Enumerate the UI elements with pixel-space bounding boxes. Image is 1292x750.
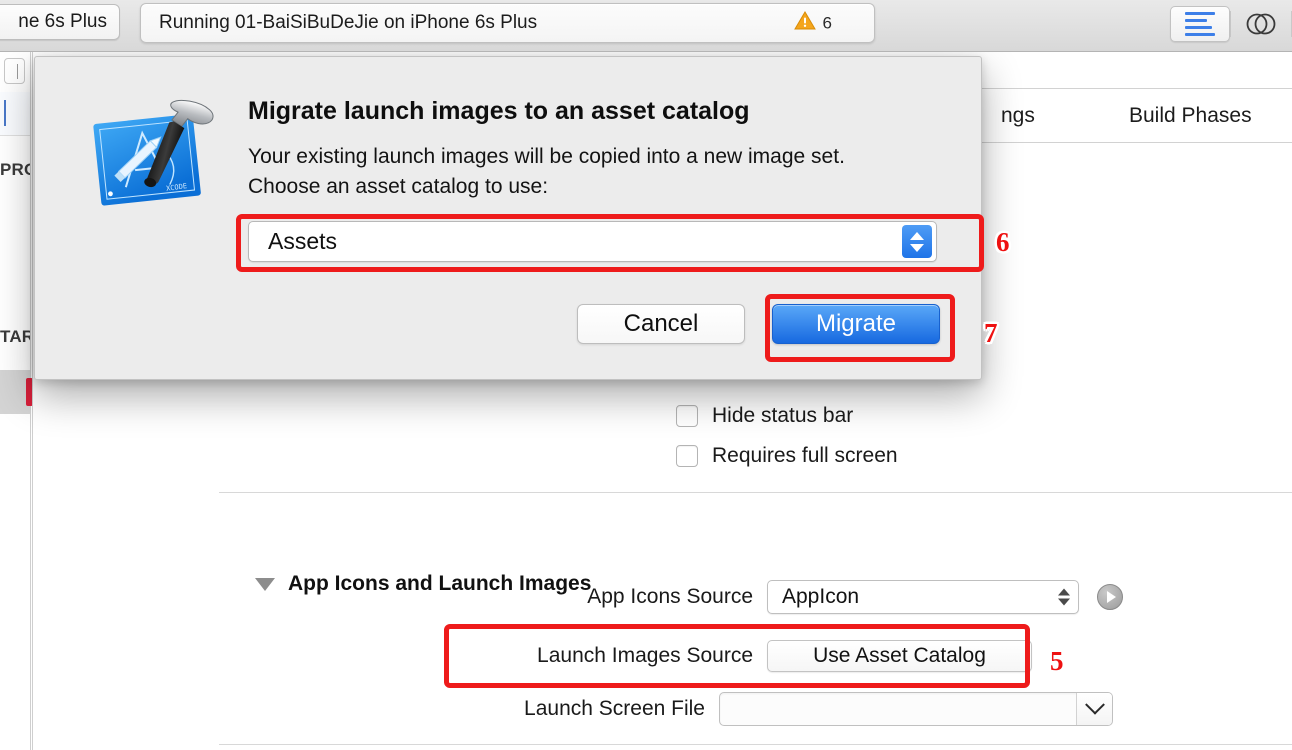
app-icons-source-value: AppIcon [768,585,859,609]
window-toolbar: ne 6s Plus Running 01-BaiSiBuDeJie on iP… [0,0,1292,52]
navigator-selected-target-row[interactable] [0,370,30,414]
launch-screen-file-combo[interactable] [719,692,1113,726]
dialog-title: Migrate launch images to an asset catalo… [248,97,750,126]
launch-screen-file-row: Launch Screen File [433,692,1153,726]
launch-images-source-row: Launch Images Source Use Asset Catalog [433,640,1153,672]
arrow-right-circle-icon[interactable] [1097,584,1123,610]
dialog-body-line2: Choose an asset catalog to use: [248,172,958,202]
annotation-number-6: 6 [996,227,1010,258]
dialog-body: Your existing launch images will be copi… [248,142,958,202]
chevron-down-icon[interactable] [1076,693,1112,725]
app-icons-source-label: App Icons Source [433,585,753,609]
annotation-number-7: 7 [984,318,998,349]
migrate-button[interactable]: Migrate [772,304,940,344]
section-divider-top [219,492,1292,493]
editor-mode-controls [1170,2,1292,46]
launch-images-source-label: Launch Images Source [433,644,753,668]
app-window: PRO TAR ngs Build Phases Hide status bar… [0,0,1292,750]
navigator-selected-root[interactable] [0,92,30,136]
project-navigator-pane: PRO TAR [0,52,31,750]
triangle-down-icon[interactable] [255,578,275,591]
tab-build-phases[interactable]: Build Phases [1129,104,1252,128]
annotation-number-5: 5 [1050,646,1064,677]
cancel-button[interactable]: Cancel [577,304,745,344]
use-asset-catalog-button[interactable]: Use Asset Catalog [767,640,1032,672]
navigator-group-project: PRO [0,160,30,180]
status-text: Running 01-BaiSiBuDeJie on iPhone 6s Plu… [159,12,537,34]
launch-screen-file-label: Launch Screen File [433,697,705,721]
hide-status-bar-checkbox[interactable] [676,405,698,427]
warning-count: 6 [823,13,832,33]
asset-catalog-select[interactable]: Assets [248,221,937,262]
warning-triangle-icon [794,11,816,36]
navigator-filter-field[interactable] [4,58,25,84]
tab-build-settings[interactable]: ngs [1001,104,1035,128]
activity-status-bar[interactable]: Running 01-BaiSiBuDeJie on iPhone 6s Plu… [140,3,875,43]
asset-catalog-value: Assets [249,228,337,255]
hide-status-bar-label: Hide status bar [712,404,853,428]
stepper-updown-icon[interactable] [902,225,932,258]
app-icons-source-row: App Icons Source AppIcon [433,580,1153,614]
dialog-body-line1: Your existing launch images will be copi… [248,142,958,172]
scheme-selector[interactable]: ne 6s Plus [0,4,120,40]
migrate-launch-images-dialog: XCODE Migrate launch images to an asset … [34,56,982,380]
requires-full-screen-row[interactable]: Requires full screen [676,444,898,468]
navigator-group-targets: TAR [0,327,30,347]
requires-full-screen-label: Requires full screen [712,444,898,468]
requires-full-screen-checkbox[interactable] [676,445,698,467]
assistant-editor-icon[interactable] [1231,2,1291,46]
app-icons-source-popup[interactable]: AppIcon [767,580,1079,614]
hide-status-bar-row[interactable]: Hide status bar [676,404,853,428]
stepper-updown-icon[interactable] [1058,589,1070,606]
scheme-label: ne 6s Plus [18,11,107,33]
warning-indicator[interactable]: 6 [794,11,832,36]
standard-editor-icon[interactable] [1170,6,1230,42]
section-divider-bottom [219,744,1292,745]
xcode-hammer-blueprint-icon: XCODE [79,93,225,215]
